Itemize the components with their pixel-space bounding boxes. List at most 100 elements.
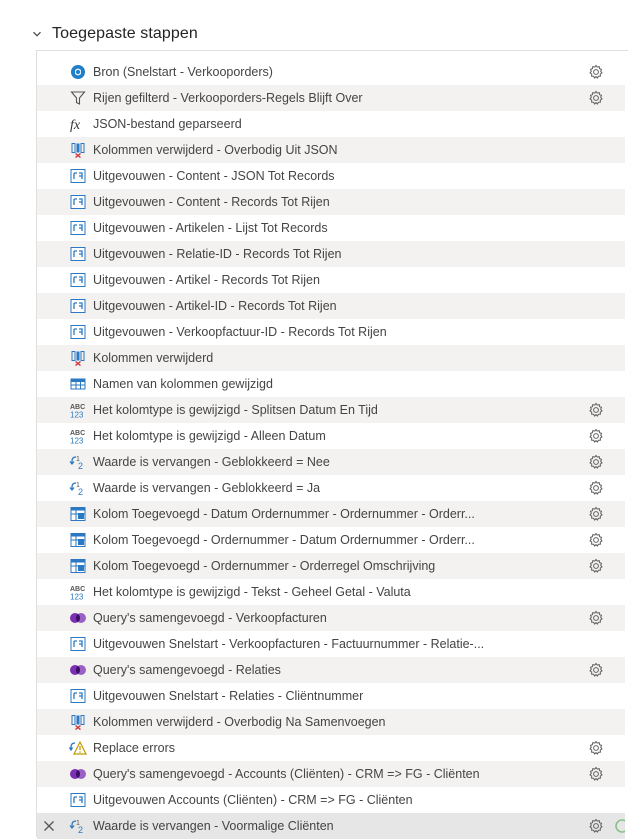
step-settings-gear-icon[interactable] — [587, 609, 605, 627]
step-settings-gear-icon[interactable] — [587, 479, 605, 497]
applied-step-row[interactable]: Uitgevouwen - Artikel-ID - Records Tot R… — [37, 293, 625, 319]
add-column-icon — [69, 531, 87, 549]
applied-step-label: Uitgevouwen - Verkoopfactuur-ID - Record… — [93, 325, 387, 339]
applied-step-label: Namen van kolommen gewijzigd — [93, 377, 273, 391]
step-settings-gear-icon[interactable] — [587, 661, 605, 679]
loading-spinner-icon — [611, 818, 625, 834]
applied-step-row[interactable]: Kolom Toegevoegd - Ordernummer - Datum O… — [37, 527, 625, 553]
applied-step-label: Waarde is vervangen - Geblokkeerd = Nee — [93, 455, 330, 469]
merge-queries-icon — [69, 765, 87, 783]
applied-step-label: Uitgevouwen - Relatie-ID - Records Tot R… — [93, 247, 342, 261]
applied-step-row[interactable]: 1 2 Waarde is vervangen - Geblokkeerd = Ja — [37, 475, 625, 501]
applied-step-label: Kolom Toegevoegd - Ordernummer - Datum O… — [93, 533, 475, 547]
applied-step-label: Het kolomtype is gewijzigd - Alleen Datu… — [93, 429, 326, 443]
merge-queries-icon — [69, 609, 87, 627]
rename-columns-icon — [69, 375, 87, 393]
applied-step-label: Kolommen verwijderd — [93, 351, 214, 365]
applied-steps-title: Toegepaste stappen — [52, 25, 198, 42]
applied-step-label: Waarde is vervangen - Voormalige Cliënte… — [93, 819, 334, 833]
step-settings-gear-icon[interactable] — [587, 817, 605, 835]
applied-step-label: Query's samengevoegd - Relaties — [93, 663, 281, 677]
step-settings-gear-icon[interactable] — [587, 557, 605, 575]
function-icon: fx — [69, 115, 87, 133]
applied-step-row[interactable]: Kolom Toegevoegd - Datum Ordernummer - O… — [37, 501, 625, 527]
step-settings-gear-icon[interactable] — [587, 739, 605, 757]
applied-step-row[interactable]: Rijen gefilterd - Verkooporders-Regels B… — [37, 85, 625, 111]
change-type-icon: ABC 123 — [69, 583, 87, 601]
step-settings-gear-icon[interactable] — [587, 427, 605, 445]
step-settings-gear-icon[interactable] — [587, 453, 605, 471]
applied-step-label: Uitgevouwen - Artikelen - Lijst Tot Reco… — [93, 221, 328, 235]
applied-step-row[interactable]: Uitgevouwen - Relatie-ID - Records Tot R… — [37, 241, 625, 267]
applied-step-label: Query's samengevoegd - Accounts (Cliënte… — [93, 767, 480, 781]
applied-step-label: Bron (Snelstart - Verkooporders) — [93, 65, 273, 79]
applied-step-row[interactable]: Uitgevouwen - Content - JSON Tot Records — [37, 163, 625, 189]
applied-step-label: Kolom Toegevoegd - Ordernummer - Orderre… — [93, 559, 436, 573]
svg-text:fx: fx — [70, 118, 81, 132]
applied-step-row[interactable]: Uitgevouwen Accounts (Cliënten) - CRM =>… — [37, 787, 625, 813]
applied-steps-header[interactable]: Toegepaste stappen — [30, 22, 198, 46]
remove-columns-icon — [69, 349, 87, 367]
expand-icon — [69, 297, 87, 315]
applied-step-row[interactable]: Kolom Toegevoegd - Ordernummer - Orderre… — [37, 553, 625, 579]
applied-step-label: Uitgevouwen Snelstart - Relaties - Cliën… — [93, 689, 364, 703]
svg-text:2: 2 — [78, 825, 83, 834]
step-settings-gear-icon[interactable] — [587, 89, 605, 107]
applied-step-row[interactable]: ABC 123 Het kolomtype is gewijzigd - Split… — [37, 397, 625, 423]
applied-step-row[interactable]: Kolommen verwijderd — [37, 345, 625, 371]
replace-values-icon: 12 — [69, 453, 87, 471]
applied-step-row[interactable]: 1 2 Waarde is vervangen - Geblokkeerd = Ne… — [37, 449, 625, 475]
applied-step-row[interactable]: ABC 123 Het kolomtype is gewijzigd - Allee… — [37, 423, 625, 449]
applied-step-row[interactable]: Kolommen verwijderd - Overbodig Uit JSON — [37, 137, 625, 163]
applied-step-row[interactable]: Uitgevouwen - Verkoopfactuur-ID - Record… — [37, 319, 625, 345]
svg-text:2: 2 — [78, 461, 83, 470]
applied-step-row[interactable]: Bron (Snelstart - Verkooporders) — [37, 59, 625, 85]
svg-text:123: 123 — [70, 437, 84, 446]
delete-step-icon[interactable] — [41, 818, 57, 834]
step-settings-gear-icon[interactable] — [587, 505, 605, 523]
change-type-icon: ABC 123 — [69, 401, 87, 419]
filter-icon — [69, 89, 87, 107]
applied-step-row[interactable]: Namen van kolommen gewijzigd — [37, 371, 625, 397]
step-settings-gear-icon[interactable] — [587, 531, 605, 549]
add-column-icon — [69, 505, 87, 523]
applied-step-label: Het kolomtype is gewijzigd - Tekst - Geh… — [93, 585, 411, 599]
applied-step-label: Uitgevouwen - Artikel - Records Tot Rije… — [93, 273, 320, 287]
applied-step-label: Kolommen verwijderd - Overbodig Na Samen… — [93, 715, 386, 729]
step-settings-gear-icon[interactable] — [587, 63, 605, 81]
applied-step-row[interactable]: Query's samengevoegd - Verkoopfacturen — [37, 605, 625, 631]
applied-step-row[interactable]: Kolommen verwijderd - Overbodig Na Samen… — [37, 709, 625, 735]
change-type-icon: ABC 123 — [69, 427, 87, 445]
chevron-down-icon[interactable] — [30, 27, 44, 42]
applied-step-label: Uitgevouwen Snelstart - Verkoopfacturen … — [93, 637, 485, 651]
svg-text:123: 123 — [70, 411, 84, 420]
expand-icon — [69, 791, 87, 809]
applied-step-label: Replace errors — [93, 741, 175, 755]
applied-step-row[interactable]: 1 2 Waarde is vervangen - Voormalige Cliën… — [37, 813, 625, 839]
applied-step-row[interactable]: Uitgevouwen Snelstart - Relaties - Cliën… — [37, 683, 625, 709]
applied-step-row[interactable]: fx JSON-bestand geparseerd — [37, 111, 625, 137]
applied-step-row[interactable]: Uitgevouwen - Content - Records Tot Rije… — [37, 189, 625, 215]
expand-icon — [69, 635, 87, 653]
applied-step-row[interactable]: ABC 123 Het kolomtype is gewijzigd - Tekst… — [37, 579, 625, 605]
replace-errors-icon — [69, 739, 87, 757]
applied-step-label: Uitgevouwen - Content - JSON Tot Records — [93, 169, 335, 183]
expand-icon — [69, 167, 87, 185]
applied-step-row[interactable]: Uitgevouwen Snelstart - Verkoopfacturen … — [37, 631, 625, 657]
remove-columns-icon — [69, 141, 87, 159]
applied-step-label: Uitgevouwen - Content - Records Tot Rije… — [93, 195, 330, 209]
expand-icon — [69, 271, 87, 289]
applied-step-row[interactable]: Replace errors — [37, 735, 625, 761]
applied-step-row[interactable]: Query's samengevoegd - Accounts (Cliënte… — [37, 761, 625, 787]
replace-values-icon: 12 — [69, 479, 87, 497]
applied-step-row[interactable]: Uitgevouwen - Artikelen - Lijst Tot Reco… — [37, 215, 625, 241]
expand-icon — [69, 687, 87, 705]
applied-step-row[interactable]: Query's samengevoegd - Relaties — [37, 657, 625, 683]
replace-values-icon: 12 — [69, 817, 87, 835]
applied-step-row[interactable]: Uitgevouwen - Artikel - Records Tot Rije… — [37, 267, 625, 293]
remove-columns-icon — [69, 713, 87, 731]
step-settings-gear-icon[interactable] — [587, 765, 605, 783]
applied-step-label: Uitgevouwen - Artikel-ID - Records Tot R… — [93, 299, 337, 313]
applied-step-label: Query's samengevoegd - Verkoopfacturen — [93, 611, 327, 625]
step-settings-gear-icon[interactable] — [587, 401, 605, 419]
